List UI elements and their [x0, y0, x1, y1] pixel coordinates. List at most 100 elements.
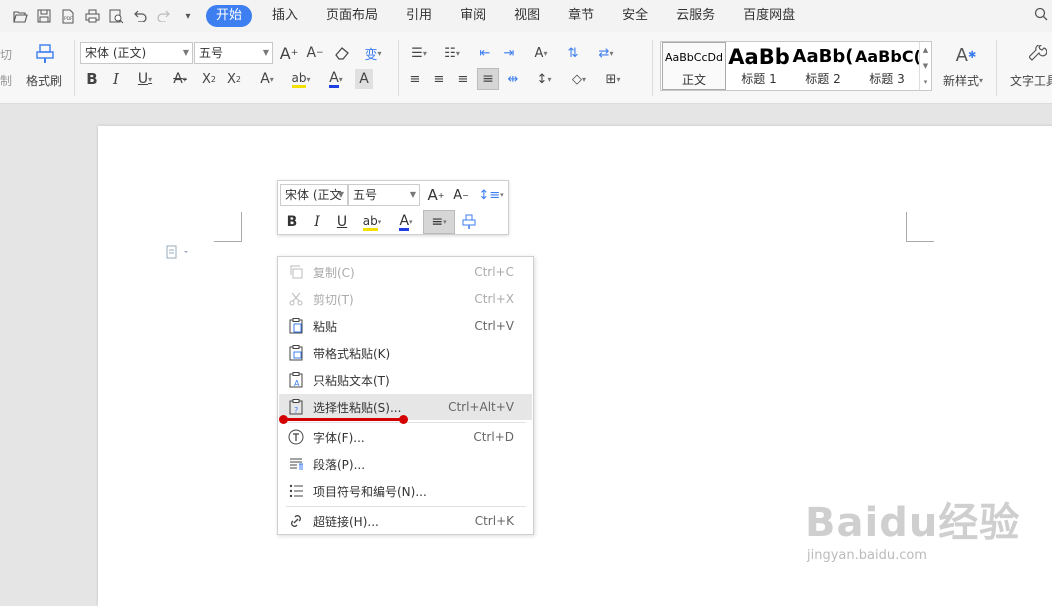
wrench-icon[interactable] — [1027, 42, 1049, 66]
shading-icon[interactable]: ◇ ▾ — [565, 69, 593, 89]
menu-item-shortcut: Ctrl+V — [474, 319, 514, 333]
font-name-select[interactable]: 宋体 (正文) ▼ — [80, 42, 193, 64]
tab-start[interactable]: 开始 — [206, 5, 253, 27]
tab-review[interactable]: 审阅 — [446, 5, 500, 27]
save-icon[interactable] — [34, 6, 54, 26]
decrease-font-size-icon[interactable]: A − — [305, 43, 325, 63]
menu-item-bullets-numbering[interactable]: 项目符号和编号(N)... — [279, 478, 532, 504]
margin-corner-left — [214, 212, 242, 242]
style-heading-3[interactable]: AaBbC( 标题 3 — [855, 42, 919, 90]
underline-button[interactable]: U ▾ — [131, 69, 159, 89]
tab-page-layout[interactable]: 页面布局 — [312, 5, 392, 27]
underline-button[interactable]: U — [331, 211, 353, 233]
bold-button[interactable]: B — [281, 211, 303, 233]
italic-button[interactable]: I — [106, 69, 126, 89]
menu-item-paste[interactable]: 粘贴 Ctrl+V — [279, 313, 532, 339]
new-style-icon[interactable]: A ✱ — [953, 43, 979, 67]
svg-text:A: A — [294, 379, 300, 388]
increase-indent-icon[interactable]: ⇥ — [499, 43, 519, 63]
redo-icon[interactable] — [154, 6, 174, 26]
undo-icon[interactable] — [130, 6, 150, 26]
line-spacing-icon[interactable]: ↕ ▾ — [530, 69, 558, 89]
chevron-down-icon: ▼ — [337, 190, 344, 199]
distribute-icon[interactable]: ⇹ — [503, 69, 523, 89]
highlight-color-button[interactable]: ab ▾ — [357, 211, 387, 233]
sort-icon[interactable]: ⇅ — [563, 43, 583, 63]
menu-item-paste-text-only[interactable]: A 只粘贴文本(T) — [279, 367, 532, 393]
svg-text:?: ? — [294, 406, 298, 415]
font-color-button[interactable]: A ▾ — [392, 211, 420, 233]
phonetic-guide-icon[interactable]: 变 ▾ — [360, 43, 386, 63]
bold-button[interactable]: B — [82, 69, 102, 89]
style-normal[interactable]: AaBbCcDd 正文 — [662, 42, 726, 90]
text-effect-button[interactable]: A ▾ — [253, 69, 281, 89]
customize-dropdown-icon[interactable]: ▾ — [178, 6, 198, 26]
font-size-select[interactable]: 五号 ▼ — [194, 42, 273, 64]
tab-view[interactable]: 视图 — [500, 5, 554, 27]
menu-item-paste-keep-format[interactable]: 带格式粘贴(K) — [279, 340, 532, 366]
tab-cloud-service[interactable]: 云服务 — [662, 5, 729, 27]
print-preview-icon[interactable] — [106, 6, 126, 26]
font-color-button[interactable]: A ▾ — [322, 69, 350, 89]
paintbrush-icon[interactable] — [33, 42, 57, 66]
menu-item-copy[interactable]: 复制(C) Ctrl+C — [279, 259, 532, 285]
align-right-icon[interactable]: ≡ — [453, 69, 473, 89]
strikethrough-button[interactable]: A ▾ — [166, 69, 194, 89]
paste-text-icon: A — [287, 371, 305, 389]
tab-section[interactable]: 章节 — [554, 5, 608, 27]
menu-item-hyperlink[interactable]: 超链接(H)... Ctrl+K — [279, 508, 532, 534]
justify-icon[interactable]: ≡ — [477, 68, 499, 90]
highlight-color-button[interactable]: ab ▾ — [286, 69, 316, 89]
format-painter-button[interactable]: 格式刷 — [26, 72, 62, 89]
align-left-icon[interactable]: ≡ — [405, 69, 425, 89]
ribbon-cut-label[interactable]: 剪切 — [0, 46, 12, 63]
paste-options-icon[interactable] — [165, 245, 189, 262]
tab-references[interactable]: 引用 — [392, 5, 446, 27]
font-icon — [287, 428, 305, 446]
italic-button[interactable]: I — [306, 211, 328, 233]
bullet-list-icon[interactable]: ☰ ▾ — [405, 43, 433, 63]
paragraph-align-button[interactable]: ≡ ▾ — [423, 210, 455, 234]
open-folder-icon[interactable] — [10, 6, 30, 26]
gallery-scroll[interactable]: ▲ ▼ ▾ — [919, 42, 931, 90]
mini-font-size-select[interactable]: 五号 ▼ — [348, 184, 420, 206]
subscript-button[interactable]: X2 — [224, 69, 244, 89]
line-spacing-icon[interactable]: ↕≡ ▾ — [476, 184, 506, 206]
ribbon-copy-label[interactable]: 复制 — [0, 72, 12, 89]
decrease-indent-icon[interactable]: ⇤ — [475, 43, 495, 63]
borders-icon[interactable]: ⊞ ▾ — [599, 69, 627, 89]
menu-item-cut[interactable]: 剪切(T) Ctrl+X — [279, 286, 532, 312]
style-heading-2[interactable]: AaBb( 标题 2 — [791, 42, 855, 90]
search-icon[interactable] — [1034, 7, 1048, 24]
menu-item-label: 字体(F)... — [313, 430, 365, 445]
superscript-button[interactable]: X2 — [199, 69, 219, 89]
tab-insert[interactable]: 插入 — [258, 5, 312, 27]
quick-access-toolbar: PDF ▾ — [0, 6, 198, 26]
menu-item-font[interactable]: 字体(F)... Ctrl+D — [279, 424, 532, 450]
print-icon[interactable] — [82, 6, 102, 26]
increase-font-size-icon[interactable]: A + — [425, 184, 447, 206]
format-painter-icon[interactable] — [458, 211, 480, 233]
menu-item-paragraph[interactable]: 段落(P)... — [279, 451, 532, 477]
tab-baidu-netdisk[interactable]: 百度网盘 — [729, 5, 809, 27]
new-style-button[interactable]: 新样式 ▾ — [943, 72, 983, 89]
style-label: 正文 — [681, 73, 706, 87]
divider — [996, 40, 997, 96]
align-center-icon[interactable]: ≡ — [429, 69, 449, 89]
text-tools-button[interactable]: 文字工具 — [1010, 72, 1052, 89]
increase-font-size-icon[interactable]: A + — [279, 43, 299, 63]
mini-font-name-select[interactable]: 宋体 (正文 ▼ — [280, 184, 348, 206]
export-pdf-icon[interactable]: PDF — [58, 6, 78, 26]
chinese-layout-icon[interactable]: A ▾ — [527, 43, 555, 63]
style-heading-1[interactable]: AaBb 标题 1 — [727, 42, 791, 90]
font-size-value: 五号 — [199, 46, 224, 60]
decrease-font-size-icon[interactable]: A − — [450, 184, 472, 206]
tab-security[interactable]: 安全 — [608, 5, 662, 27]
menu-separator — [286, 506, 526, 507]
clear-format-icon[interactable] — [332, 43, 352, 63]
show-hide-marks-icon[interactable]: ⇄ ▾ — [592, 43, 620, 63]
character-shading-button[interactable]: A — [355, 69, 373, 89]
style-preview: AaBb( — [792, 46, 854, 67]
paste-icon — [287, 317, 305, 335]
numbered-list-icon[interactable]: ☷ ▾ — [438, 43, 466, 63]
